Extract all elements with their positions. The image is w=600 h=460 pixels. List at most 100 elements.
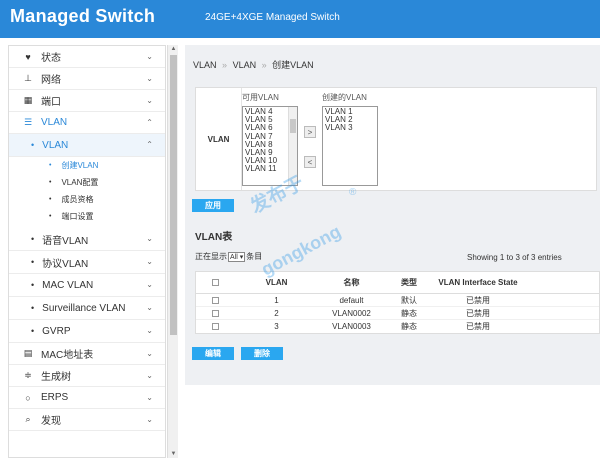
created-vlan-list[interactable]: VLAN 1 VLAN 2 VLAN 3 — [322, 106, 378, 186]
sidebar-item-label: MAC地址表 — [41, 350, 94, 361]
cell-vlan: 2 — [274, 309, 279, 318]
sidebar-item-vlan[interactable]: ☰ VLAN ⌃ — [9, 112, 165, 134]
bullet-icon: • — [31, 257, 35, 267]
sidebar-subitem-voice-vlan[interactable]: • 语音VLAN ⌄ — [9, 228, 165, 251]
available-vlan-title: 可用VLAN — [242, 93, 279, 102]
breadcrumb-current: 创建VLAN — [272, 60, 314, 70]
list-scroll-thumb[interactable] — [290, 119, 296, 133]
row-checkbox[interactable] — [196, 307, 234, 320]
sidebar-item-network[interactable]: ⊥ 网络 ⌄ — [9, 68, 165, 90]
chevron-down-icon: ⌄ — [146, 234, 153, 243]
sidebar-subitem-vlan[interactable]: • VLAN ⌃ — [9, 134, 165, 157]
chevron-down-icon: ⌄ — [146, 326, 153, 335]
page-size-select[interactable]: All ▾ — [228, 251, 246, 262]
sidebar-item-status[interactable]: ♥ 状态 ⌄ — [9, 46, 165, 68]
sidebar-item-discovery[interactable]: ⌕ 发现 ⌄ — [9, 409, 165, 431]
breadcrumb-separator: » — [261, 60, 267, 70]
available-vlan-list[interactable]: VLAN 4 VLAN 5 VLAN 6 VLAN 7 VLAN 8 VLAN … — [242, 106, 298, 186]
sidebar-item-erps[interactable]: ○ ERPS ⌄ — [9, 387, 165, 409]
chevron-down-icon: ⌄ — [146, 349, 153, 358]
sidebar-item-mac-table[interactable]: ▤ MAC地址表 ⌄ — [9, 343, 165, 365]
scroll-up-icon[interactable]: ▲ — [168, 46, 179, 52]
bullet-icon: • — [31, 303, 35, 313]
sidebar-item-label: 端口 — [41, 97, 61, 108]
sidebar-page-label: 成员资格 — [61, 195, 94, 204]
column-header-type[interactable]: 类型 — [384, 272, 434, 294]
sidebar-item-label: 生成树 — [41, 372, 71, 383]
sidebar-subitem-label: Surveillance VLAN — [42, 302, 126, 314]
bullet-icon: • — [49, 162, 52, 169]
sidebar-scroll-thumb[interactable] — [170, 55, 177, 335]
sidebar-subitem-surveillance-vlan[interactable]: • Surveillance VLAN ⌄ — [9, 297, 165, 320]
remove-vlan-button[interactable]: < — [304, 156, 316, 168]
breadcrumb-item[interactable]: VLAN — [193, 60, 217, 70]
heart-pulse-icon: ♥ — [25, 51, 31, 62]
bullet-icon: • — [31, 280, 35, 290]
cell-state: 已禁用 — [466, 322, 490, 331]
chevron-down-icon: ⌄ — [146, 280, 153, 289]
sidebar-subitem-mac-vlan[interactable]: • MAC VLAN ⌄ — [9, 274, 165, 297]
sidebar-subitem-label: VLAN — [42, 139, 69, 151]
table-info: Showing 1 to 3 of 3 entries — [467, 253, 562, 262]
list-scrollbar[interactable] — [288, 107, 297, 185]
sidebar-subitem-label: MAC VLAN — [42, 279, 94, 291]
network-icon: ⊥ — [24, 73, 32, 83]
add-vlan-button[interactable]: > — [304, 126, 316, 138]
bullet-icon: • — [49, 213, 52, 220]
search-icon: ⌕ — [25, 414, 31, 424]
column-header-name[interactable]: 名称 — [319, 272, 384, 294]
sidebar-subitem-label: 协议VLAN — [42, 258, 89, 270]
database-icon: ▤ — [23, 348, 33, 358]
cell-name: VLAN0002 — [332, 309, 371, 318]
grid-icon: ▦ — [23, 95, 33, 105]
bullet-icon: • — [31, 234, 35, 244]
breadcrumb-item[interactable]: VLAN — [233, 60, 257, 70]
sidebar-item-label: VLAN — [41, 117, 68, 128]
table-row[interactable]: 3 VLAN0003 静态 已禁用 — [196, 320, 599, 333]
cell-name: default — [339, 296, 364, 305]
sidebar-page-port-settings[interactable]: • 端口设置 — [9, 208, 165, 225]
chevron-down-icon: ⌄ — [146, 52, 153, 61]
vlan-table: VLAN 名称 类型 VLAN Interface State 1 defaul… — [195, 271, 600, 334]
sidebar-page-vlan-config[interactable]: • VLAN配置 — [9, 174, 165, 191]
sidebar-subitem-label: 语音VLAN — [42, 235, 89, 247]
sidebar-item-port[interactable]: ▦ 端口 ⌄ — [9, 90, 165, 112]
table-header: VLAN 名称 类型 VLAN Interface State — [196, 272, 599, 294]
bullet-icon: • — [49, 196, 52, 203]
cell-vlan: 3 — [274, 322, 279, 331]
column-header-state[interactable]: VLAN Interface State — [434, 272, 522, 294]
top-bar: Managed Switch 24GE+4XGE Managed Switch — [0, 0, 600, 38]
sidebar-subitem-gvrp[interactable]: • GVRP ⌄ — [9, 320, 165, 343]
chevron-up-icon: ⌃ — [146, 140, 153, 149]
scroll-down-icon[interactable]: ▼ — [168, 451, 179, 457]
sidebar-page-create-vlan[interactable]: • 创建VLAN — [9, 157, 165, 174]
select-all-checkbox[interactable] — [196, 272, 234, 294]
row-checkbox[interactable] — [196, 294, 234, 307]
apply-button[interactable]: 应用 — [192, 199, 234, 212]
row-checkbox[interactable] — [196, 320, 234, 333]
table-row[interactable]: 1 default 默认 已禁用 — [196, 294, 599, 307]
sidebar-item-label: 网络 — [41, 75, 61, 86]
column-header-vlan[interactable]: VLAN — [234, 272, 319, 294]
show-suffix: 条目 — [246, 252, 263, 261]
page-size-value: All — [230, 253, 238, 261]
breadcrumb-separator: » — [222, 60, 228, 70]
chevron-down-icon: ⌄ — [146, 393, 153, 402]
sidebar-subitem-protocol-vlan[interactable]: • 协议VLAN ⌄ — [9, 251, 165, 274]
show-prefix: 正在显示 — [195, 252, 227, 261]
delete-button[interactable]: 删除 — [241, 347, 283, 360]
list-item[interactable]: VLAN 3 — [325, 124, 375, 132]
sliders-icon: ≑ — [24, 370, 32, 380]
table-row[interactable]: 2 VLAN0002 静态 已禁用 — [196, 307, 599, 320]
chevron-up-icon: ⌃ — [146, 118, 153, 127]
vlan-table-title: VLAN表 — [195, 232, 233, 243]
sidebar-page-membership[interactable]: • 成员资格 — [9, 191, 165, 208]
sidebar-scrollbar[interactable]: ▲ ▼ — [167, 45, 178, 458]
chevron-down-icon: ▾ — [239, 253, 244, 261]
model-name: 24GE+4XGE Managed Switch — [205, 12, 340, 23]
edit-button[interactable]: 编辑 — [192, 347, 234, 360]
sidebar-item-label: ERPS — [41, 392, 69, 403]
sidebar-subitem-label: GVRP — [42, 325, 71, 337]
create-vlan-panel: VLAN 可用VLAN VLAN 4 VLAN 5 VLAN 6 VLAN 7 … — [195, 87, 597, 191]
sidebar-item-spanning-tree[interactable]: ≑ 生成树 ⌄ — [9, 365, 165, 387]
